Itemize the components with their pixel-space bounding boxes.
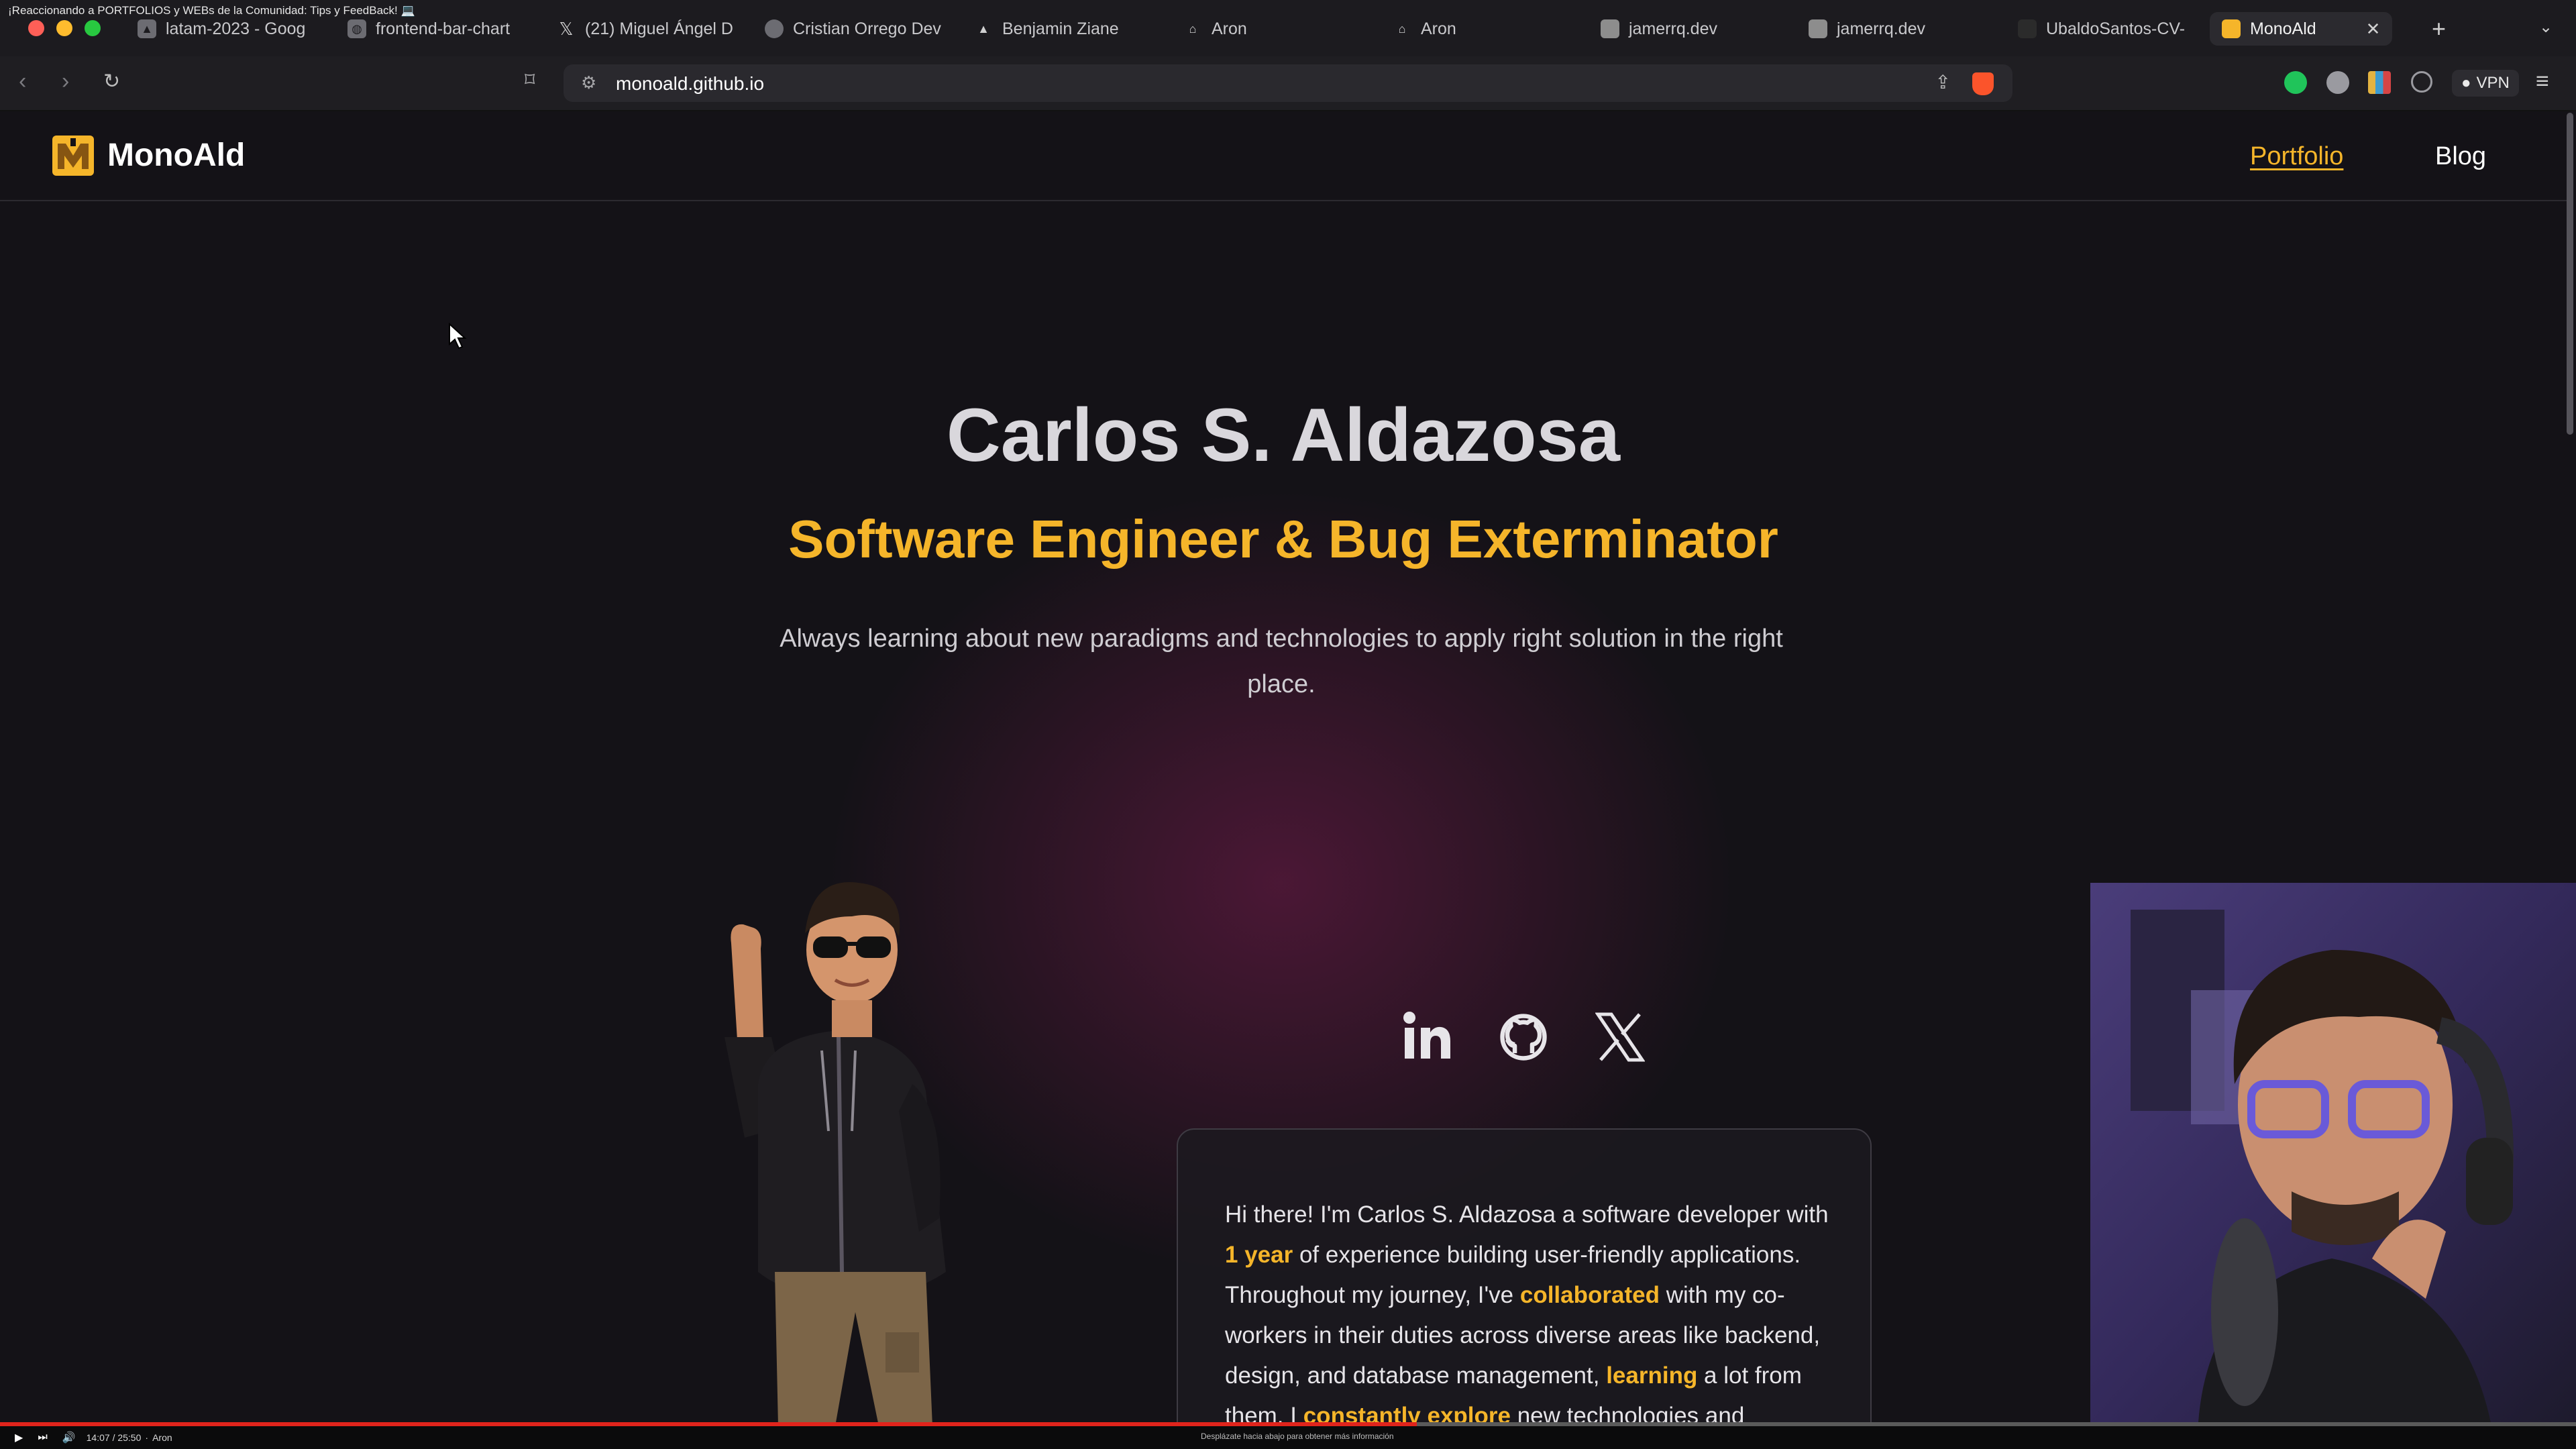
tab-ubaldo-santos-cv[interactable]: UbaldoSantos-CV- bbox=[2018, 12, 2194, 46]
about-highlight: learning bbox=[1606, 1362, 1698, 1389]
x-logo-icon: 𝕏 bbox=[559, 18, 574, 39]
tab-frontend-bar-chart[interactable]: ◍ frontend-bar-chart bbox=[347, 12, 523, 46]
video-player-controls: ▶ ⏭ 🔊 14:07 / 25:50 · Aron Desplázate ha… bbox=[0, 1426, 2576, 1449]
bookmark-icon[interactable]: ⌑ bbox=[525, 68, 535, 92]
forward-arrow-icon[interactable]: › bbox=[62, 68, 69, 95]
about-card: Hi there! I'm Carlos S. Aldazosa a softw… bbox=[1177, 1128, 1872, 1422]
extension-mask-icon[interactable] bbox=[2326, 71, 2349, 94]
tab-jamerrq-2[interactable]: jamerrq.dev bbox=[1809, 12, 1984, 46]
tab-label: Aron bbox=[1212, 19, 1247, 38]
tab-label: jamerrq.dev bbox=[1629, 19, 1717, 38]
tab-aron-2[interactable]: ⌂ Aron bbox=[1393, 12, 1568, 46]
hamburger-menu-icon[interactable]: ≡ bbox=[2536, 68, 2549, 95]
mouse-cursor-icon bbox=[449, 323, 467, 350]
vpn-shield-icon: ● bbox=[2461, 74, 2471, 92]
about-highlight: collaborated bbox=[1519, 1282, 1660, 1308]
site-settings-icon[interactable]: ⚙ bbox=[581, 72, 596, 93]
page-scrollbar[interactable] bbox=[2567, 113, 2573, 435]
brave-shield-icon[interactable] bbox=[1972, 72, 1994, 95]
tab-label: Benjamin Ziane bbox=[1002, 19, 1119, 38]
github-icon[interactable] bbox=[1499, 1010, 1548, 1064]
tab-cristian-orrego[interactable]: Cristian Orrego Dev bbox=[765, 12, 943, 46]
extension-green-icon[interactable] bbox=[2284, 71, 2307, 94]
share-icon[interactable]: ⇪ bbox=[1935, 71, 1951, 93]
scroll-hint: Desplázate hacia abajo para obtener más … bbox=[1201, 1432, 1394, 1441]
site-icon bbox=[1601, 19, 1619, 38]
volume-icon[interactable]: 🔊 bbox=[62, 1431, 76, 1444]
browser-tab-strip: ¡Reaccionando a PORTFOLIOS y WEBs de la … bbox=[0, 0, 2576, 56]
chapter-separator: · bbox=[145, 1432, 149, 1443]
browser-toolbar: ‹ › ↻ ⌑ ⚙ monoald.github.io ⇪ ● VPN ≡ bbox=[0, 56, 2576, 111]
linkedin-icon[interactable] bbox=[1402, 1010, 1452, 1064]
webcam-overlay bbox=[2090, 883, 2576, 1433]
about-text-segment: Hi there! I'm Carlos S. Aldazosa a softw… bbox=[1225, 1201, 1829, 1228]
tab-latam[interactable]: ▲ latam-2023 - Goog bbox=[138, 12, 315, 46]
avatar-icon bbox=[765, 19, 784, 38]
social-links bbox=[1402, 1010, 1645, 1064]
document-icon bbox=[2018, 19, 2037, 38]
drive-icon: ▲ bbox=[138, 19, 156, 38]
vpn-label: VPN bbox=[2476, 74, 2510, 92]
tab-label: Aron bbox=[1421, 19, 1456, 38]
tab-label: Cristian Orrego Dev bbox=[793, 19, 941, 38]
tab-label: jamerrq.dev bbox=[1837, 19, 1925, 38]
chevron-down-icon[interactable]: ⌄ bbox=[2539, 17, 2553, 37]
globe-icon: ◍ bbox=[347, 19, 366, 38]
url-text[interactable]: monoald.github.io bbox=[616, 73, 764, 95]
rocket-icon: ⌂ bbox=[1189, 21, 1197, 36]
close-window-button[interactable] bbox=[28, 20, 44, 36]
tab-label: frontend-bar-chart bbox=[376, 19, 511, 38]
site-brand[interactable]: MonoAld bbox=[107, 137, 245, 174]
minimize-window-button[interactable] bbox=[56, 20, 72, 36]
hero-name: Carlos S. Aldazosa bbox=[946, 393, 1621, 477]
hero-tagline: Always learning about new paradigms and … bbox=[780, 625, 1783, 698]
back-arrow-icon[interactable]: ‹ bbox=[19, 68, 26, 95]
window-controls bbox=[28, 20, 101, 36]
maximize-window-button[interactable] bbox=[85, 20, 101, 36]
x-logo-icon[interactable] bbox=[1595, 1010, 1645, 1064]
site-icon bbox=[1809, 19, 1827, 38]
sidebar-icon[interactable] bbox=[2411, 71, 2432, 93]
play-icon[interactable]: ▶ bbox=[15, 1431, 23, 1444]
tab-label: latam-2023 - Goog bbox=[166, 19, 306, 38]
new-tab-button[interactable]: + bbox=[2432, 15, 2446, 43]
nav-link-portfolio[interactable]: Portfolio bbox=[2250, 142, 2343, 171]
extension-bars-icon[interactable] bbox=[2368, 71, 2391, 94]
about-text: Hi there! I'm Carlos S. Aldazosa a softw… bbox=[1225, 1195, 1842, 1422]
tab-label: MonoAld bbox=[2250, 19, 2316, 38]
nav-link-blog[interactable]: Blog bbox=[2435, 142, 2486, 171]
tab-aron-1[interactable]: ⌂ Aron bbox=[1183, 12, 1359, 46]
site-header: MonoAld Portfolio Blog bbox=[0, 111, 2567, 201]
rocket-icon: ⌂ bbox=[1398, 21, 1406, 36]
vpn-button[interactable]: ● VPN bbox=[2452, 70, 2519, 97]
hero-role: Software Engineer & Bug Exterminator bbox=[788, 509, 1778, 569]
video-time: 14:07 / 25:50 bbox=[86, 1432, 142, 1443]
monoald-logo-icon[interactable] bbox=[52, 136, 94, 176]
tab-label: (21) Miguel Ángel D bbox=[585, 19, 733, 38]
tab-label: UbaldoSantos-CV- bbox=[2046, 19, 2186, 38]
next-icon[interactable]: ⏭ bbox=[38, 1432, 47, 1444]
monoald-icon bbox=[2222, 19, 2241, 38]
tab-jamerrq-1[interactable]: jamerrq.dev bbox=[1601, 12, 1776, 46]
video-chapter[interactable]: Aron bbox=[152, 1432, 172, 1443]
triangle-icon: ▲ bbox=[977, 21, 989, 36]
tab-benjamin-ziane[interactable]: ▲ Benjamin Ziane bbox=[974, 12, 1150, 46]
about-highlight: 1 year bbox=[1225, 1242, 1293, 1268]
reload-icon[interactable]: ↻ bbox=[103, 70, 120, 93]
avatar-illustration bbox=[724, 881, 946, 1422]
about-highlight: constantly explore bbox=[1303, 1403, 1511, 1422]
tab-miguel-angel[interactable]: 𝕏 (21) Miguel Ángel D bbox=[557, 12, 735, 46]
address-bar[interactable]: ⚙ monoald.github.io ⇪ bbox=[564, 64, 2012, 102]
tab-monoald[interactable]: MonoAld ✕ bbox=[2210, 12, 2393, 46]
close-tab-icon[interactable]: ✕ bbox=[2366, 19, 2381, 40]
